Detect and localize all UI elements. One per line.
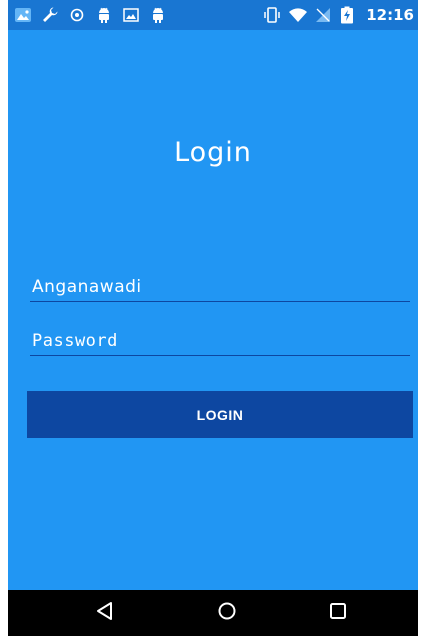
android-icon: [149, 6, 167, 24]
recents-button[interactable]: [308, 590, 368, 636]
no-signal-icon: [314, 6, 332, 24]
vibrate-icon: [262, 6, 280, 24]
clock-time: 12:16: [366, 6, 414, 24]
wrench-icon: [41, 6, 59, 24]
username-input[interactable]: [30, 272, 410, 302]
home-button[interactable]: [197, 590, 257, 636]
gallery-app-icon: [14, 6, 32, 24]
shield-icon: [68, 6, 86, 24]
back-icon: [95, 601, 115, 625]
battery-charging-icon: [340, 6, 358, 24]
page-title: Login: [174, 137, 252, 168]
android-icon: [95, 6, 113, 24]
system-icons: 12:16: [262, 4, 414, 26]
status-bar: 12:16: [8, 0, 418, 30]
back-button[interactable]: [75, 590, 135, 636]
home-icon: [217, 601, 237, 625]
notification-icons: [14, 5, 167, 25]
image-icon: [122, 6, 140, 24]
login-screen: 12:16 Login LOGIN: [8, 0, 418, 636]
recents-icon: [328, 601, 348, 625]
navigation-bar: [8, 590, 418, 636]
password-input[interactable]: [30, 326, 410, 356]
login-button[interactable]: LOGIN: [27, 391, 413, 438]
wifi-icon: [288, 6, 308, 24]
